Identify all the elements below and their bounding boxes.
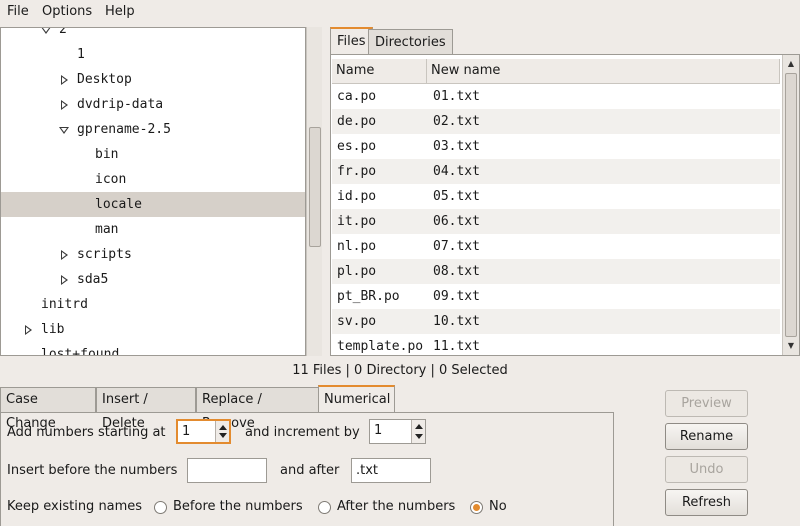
radio-after-numbers-label[interactable]: After the numbers — [337, 499, 455, 514]
start-number-spinner[interactable]: 1 — [176, 419, 231, 444]
refresh-button[interactable]: Refresh — [665, 489, 748, 516]
table-row[interactable]: id.po 05.txt — [332, 184, 780, 209]
insert-before-label: Insert before the numbers — [7, 463, 178, 478]
expander-icon[interactable] — [61, 100, 68, 110]
file-list-scrollbar[interactable]: ▲ ▼ — [782, 55, 799, 355]
status-bar: 11 Files | 0 Directory | 0 Selected — [292, 363, 508, 378]
tree-item-bin[interactable]: bin — [1, 142, 305, 167]
menu-help[interactable]: Help — [105, 4, 135, 19]
tab-directories[interactable]: Directories — [368, 29, 453, 55]
tab-case-change[interactable]: Case Change — [0, 387, 96, 431]
undo-button[interactable]: Undo — [665, 456, 748, 483]
tree-item-locale[interactable]: locale — [1, 192, 305, 217]
start-label: Add numbers starting at — [7, 425, 166, 440]
tab-insert-delete[interactable]: Insert / Delete — [96, 387, 196, 431]
radio-after-numbers[interactable] — [318, 501, 331, 514]
decrement-icon[interactable] — [415, 434, 423, 439]
tree-item-1[interactable]: 1 — [1, 42, 305, 67]
table-row[interactable]: es.po 03.txt — [332, 134, 780, 159]
tree-scrollbar[interactable] — [306, 27, 322, 356]
insert-after-input[interactable]: .txt — [351, 458, 431, 483]
directory-tree[interactable]: 2 1 Desktop dvdrip-data gprename-2.5 bin… — [0, 27, 306, 356]
table-row[interactable]: pt_BR.po 09.txt — [332, 284, 780, 309]
scroll-down-icon[interactable]: ▼ — [784, 339, 798, 353]
table-row[interactable]: pl.po 08.txt — [332, 259, 780, 284]
tree-item-man[interactable]: man — [1, 217, 305, 242]
radio-before-numbers[interactable] — [154, 501, 167, 514]
file-list[interactable]: Name New name ca.po 01.txt de.po 02.txt es… — [330, 54, 800, 356]
menu-file[interactable]: File — [7, 4, 29, 19]
radio-no[interactable] — [470, 501, 483, 514]
tree-item-2[interactable]: 2 — [1, 28, 305, 42]
rename-button[interactable]: Rename — [665, 423, 748, 450]
increment-label: and increment by — [245, 425, 360, 440]
tab-numerical[interactable]: Numerical — [318, 385, 395, 413]
decrement-icon[interactable] — [219, 433, 227, 438]
insert-after-label: and after — [280, 463, 340, 478]
table-row[interactable]: fr.po 04.txt — [332, 159, 780, 184]
table-row[interactable]: template.po 11.txt — [332, 334, 780, 355]
insert-before-input[interactable] — [187, 458, 267, 483]
tree-item-sda5[interactable]: sda5 — [1, 267, 305, 292]
table-row[interactable]: de.po 02.txt — [332, 109, 780, 134]
tree-scrollbar-thumb[interactable] — [309, 127, 321, 247]
file-list-scrollbar-thumb[interactable] — [785, 73, 797, 337]
increment-spinner[interactable]: 1 — [369, 419, 426, 444]
increment-icon[interactable] — [219, 425, 227, 430]
scroll-up-icon[interactable]: ▲ — [784, 57, 798, 71]
keep-names-label: Keep existing names — [7, 499, 143, 514]
expander-icon[interactable] — [61, 250, 68, 260]
tree-item-dvdrip-data[interactable]: dvdrip-data — [1, 92, 305, 117]
increment-icon[interactable] — [415, 424, 423, 429]
numerical-panel: Add numbers starting at 1 and increment … — [0, 412, 614, 526]
menu-options[interactable]: Options — [42, 4, 92, 19]
tree-item-lost-found[interactable]: lost+found — [1, 342, 305, 355]
expander-icon[interactable] — [61, 275, 68, 285]
expander-icon[interactable] — [59, 127, 69, 134]
expander-icon[interactable] — [41, 28, 51, 34]
menu-bar: File Options Help — [0, 0, 800, 25]
table-row[interactable]: it.po 06.txt — [332, 209, 780, 234]
column-header-name[interactable]: Name — [332, 59, 427, 84]
tree-item-initrd[interactable]: initrd — [1, 292, 305, 317]
table-row[interactable]: ca.po 01.txt — [332, 84, 780, 109]
tab-replace-remove[interactable]: Replace / Remove — [196, 387, 319, 431]
table-row[interactable]: nl.po 07.txt — [332, 234, 780, 259]
tree-item-lib[interactable]: lib — [1, 317, 305, 342]
tree-item-desktop[interactable]: Desktop — [1, 67, 305, 92]
tree-item-icon[interactable]: icon — [1, 167, 305, 192]
tab-files[interactable]: Files — [330, 27, 373, 55]
expander-icon[interactable] — [25, 325, 32, 335]
column-header-new-name[interactable]: New name — [427, 59, 780, 84]
radio-no-label[interactable]: No — [489, 499, 507, 514]
tree-item-gprename[interactable]: gprename-2.5 — [1, 117, 305, 142]
tree-item-scripts[interactable]: scripts — [1, 242, 305, 267]
preview-button[interactable]: Preview — [665, 390, 748, 417]
expander-icon[interactable] — [61, 75, 68, 85]
table-row[interactable]: sv.po 10.txt — [332, 309, 780, 334]
radio-before-numbers-label[interactable]: Before the numbers — [173, 499, 303, 514]
